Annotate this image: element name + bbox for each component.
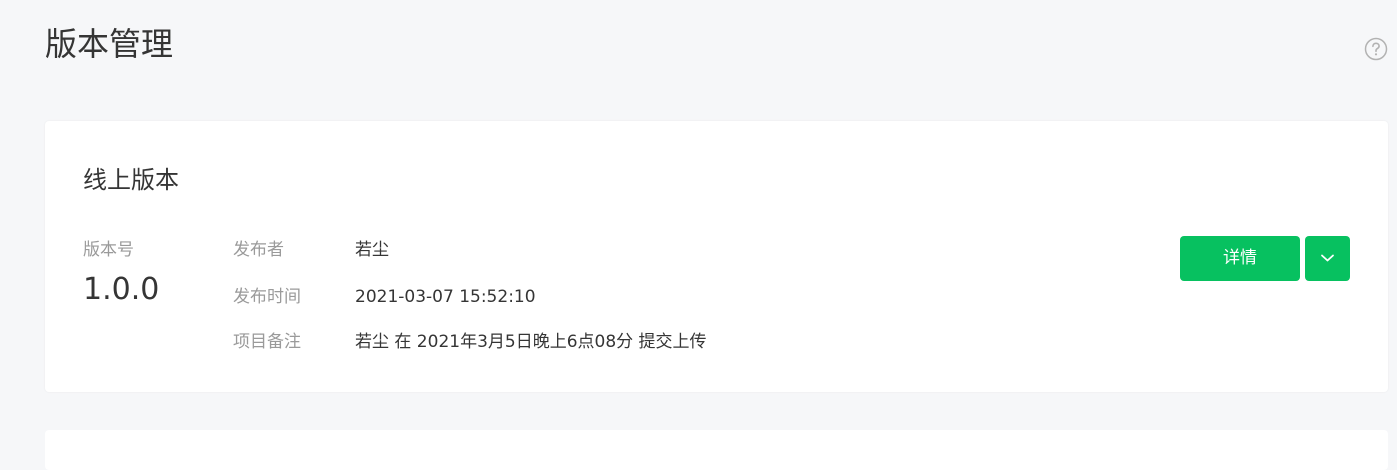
publish-time-label: 发布时间 [233, 287, 301, 307]
version-label: 版本号 [83, 240, 134, 260]
help-icon[interactable] [1364, 37, 1388, 61]
next-card [45, 430, 1388, 470]
publisher-label: 发布者 [233, 240, 284, 260]
remark-value: 若尘 在 2021年3月5日晚上6点08分 提交上传 [355, 332, 707, 352]
remark-label: 项目备注 [233, 332, 301, 352]
detail-button[interactable]: 详情 [1180, 236, 1300, 281]
publish-time-value: 2021-03-07 15:52:10 [355, 287, 536, 307]
page-title: 版本管理 [45, 25, 174, 63]
online-version-card: 线上版本 版本号 1.0.0 发布者 若尘 发布时间 2021-03-07 15… [45, 121, 1388, 392]
section-title: 线上版本 [83, 166, 179, 194]
publisher-value: 若尘 [355, 240, 389, 260]
version-number: 1.0.0 [83, 272, 160, 307]
more-actions-button[interactable] [1305, 236, 1350, 281]
chevron-down-icon [1321, 254, 1334, 262]
